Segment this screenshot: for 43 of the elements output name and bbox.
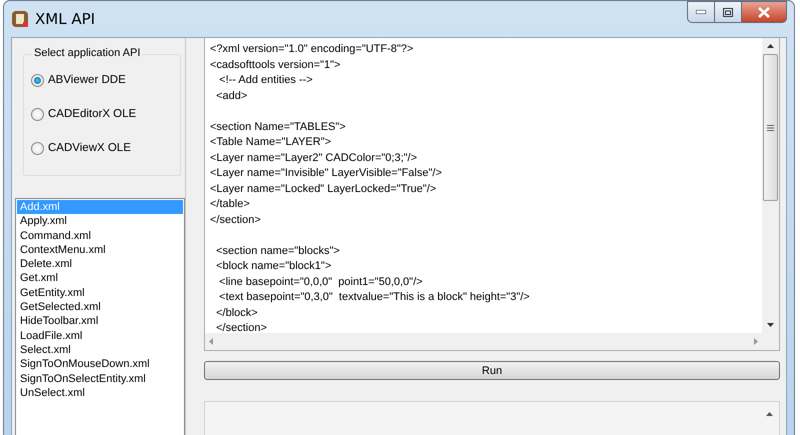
close-button[interactable]: [742, 1, 787, 23]
maximize-icon: [723, 8, 733, 16]
file-list-item[interactable]: Get.xml: [17, 271, 183, 286]
grip-icon: [767, 124, 774, 130]
close-icon: [758, 6, 770, 18]
file-list-item[interactable]: Apply.xml: [17, 214, 183, 229]
file-list-item[interactable]: Select.xml: [17, 342, 183, 358]
file-list-item[interactable]: Command.xml: [17, 228, 183, 243]
file-list-item[interactable]: GetEntity.xml: [17, 286, 183, 300]
horizontal-scrollbar[interactable]: [205, 333, 762, 350]
scroll-down-icon[interactable]: [767, 323, 774, 327]
minimize-button[interactable]: [687, 1, 714, 23]
option-label: CADEditorX OLE: [48, 108, 136, 120]
vertical-scrollbar[interactable]: [762, 38, 779, 333]
option-label: ABViewer DDE: [48, 74, 126, 86]
maximize-button[interactable]: [714, 1, 742, 23]
file-list-item[interactable]: UnSelect.xml: [17, 386, 183, 400]
radio-button[interactable]: [31, 142, 44, 154]
file-list-item[interactable]: ContextMenu.xml: [17, 242, 183, 258]
radio-button[interactable]: [31, 74, 44, 86]
file-list-item[interactable]: SignToOnMouseDown.xml: [17, 357, 183, 372]
scroll-thumb[interactable]: [763, 54, 778, 201]
minimize-icon: [696, 10, 706, 14]
radio-option[interactable]: CADViewX OLE: [24, 131, 180, 165]
file-list-item[interactable]: HideToolbar.xml: [17, 314, 183, 329]
app-icon: [11, 10, 29, 28]
window-title: XML API: [35, 10, 96, 28]
xml-code: <?xml version="1.0" encoding="UTF-8"?> <cadsofttools version="1"> <!-- Add entities --> <add> <section Name="TABLES"> <Table Name="LAYER"> <Layer name="Layer2" CADColor="0;3;"/> <Layer name="Invisible" LayerVisible="False"/> <Layer name="Locked" LayerLocked="True"/> </table> </section> <section name="blocks"> <block name="block1"> <line basepoint="0,0,0" point1="50,0,0"/> <text basepoint="0,3,0" textvalue="This is a block" height="3"/> </block> </section>: [209, 42, 531, 333]
xml-editor[interactable]: [204, 38, 780, 351]
file-list-item[interactable]: Delete.xml: [17, 257, 183, 272]
radio-button[interactable]: [31, 108, 44, 120]
scroll-up-icon[interactable]: [766, 412, 773, 416]
file-list-item[interactable]: LoadFile.xml: [17, 328, 183, 343]
file-list-item[interactable]: SignToOnSelectEntity.xml: [17, 372, 183, 386]
file-list-item[interactable]: GetSelected.xml: [17, 300, 183, 314]
radio-option[interactable]: ABViewer DDE: [24, 63, 180, 97]
scroll-up-icon[interactable]: [767, 44, 774, 48]
run-button[interactable]: Run: [204, 361, 780, 380]
option-label: CADViewX OLE: [48, 142, 131, 154]
radio-option[interactable]: CADEditorX OLE: [24, 97, 180, 131]
scroll-right-icon[interactable]: [754, 338, 758, 345]
scroll-left-icon[interactable]: [209, 338, 213, 345]
group-title: Select application API: [32, 47, 142, 59]
